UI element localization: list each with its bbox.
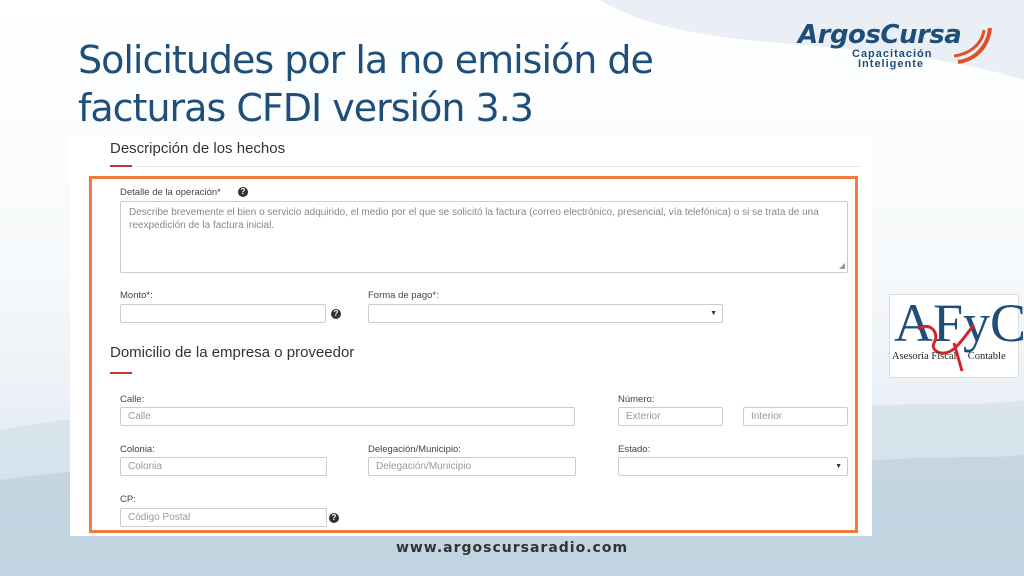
accent-bar — [110, 165, 132, 167]
calle-label: Calle: — [120, 394, 145, 405]
monto-help-icon[interactable]: ? — [331, 309, 341, 319]
detalle-placeholder: Describe brevemente el bien o servicio a… — [129, 207, 819, 231]
exterior-input[interactable]: Exterior — [618, 407, 723, 426]
colonia-label: Colonia: — [120, 444, 155, 455]
calle-input[interactable]: Calle — [120, 407, 575, 426]
afyc-caption: Asesoría Fiscal Contable — [892, 351, 1006, 362]
detalle-label: Detalle de la operación* — [120, 187, 221, 198]
section-title-domicilio: Domicilio de la empresa o proveedor — [110, 344, 355, 361]
forma-pago-label: Forma de pago*: — [368, 290, 439, 301]
colonia-input[interactable]: Colonia — [120, 457, 327, 476]
numero-label: Número: — [618, 394, 655, 405]
slide-title-line2: facturas CFDI versión 3.3 — [78, 86, 534, 130]
afyc-caption-right: Contable — [967, 351, 1006, 362]
argoscursa-swoosh-icon — [954, 27, 992, 64]
footer-url: www.argoscursaradio.com — [395, 540, 629, 556]
slide-title: Solicitudes por la no emisión de factura… — [78, 36, 718, 132]
chevron-down-icon: ▼ — [835, 463, 842, 470]
interior-input[interactable]: Interior — [743, 407, 848, 426]
afyc-caption-left: Asesoría Fiscal — [892, 351, 957, 362]
argoscursa-logo: ArgosCursa Capacitación Inteligente — [794, 20, 998, 72]
cp-input[interactable]: Código Postal — [120, 508, 327, 527]
cp-help-icon[interactable]: ? — [329, 513, 339, 523]
delegacion-label: Delegación/Municipio: — [368, 444, 461, 455]
resize-handle-icon[interactable]: ◢ — [839, 262, 845, 270]
section-title-hechos: Descripción de los hechos — [110, 140, 286, 157]
argoscursa-tagline-2: Inteligente — [858, 58, 925, 70]
argoscursa-brand: ArgosCursa — [798, 20, 962, 50]
chevron-down-icon: ▼ — [710, 310, 717, 317]
divider — [110, 166, 860, 167]
estado-label: Estado: — [618, 444, 651, 455]
monto-label: Monto*: — [120, 290, 153, 301]
help-icon[interactable]: ? — [238, 187, 248, 197]
slide-title-line1: Solicitudes por la no emisión de — [78, 38, 654, 82]
accent-bar-2 — [110, 372, 132, 374]
delegacion-input[interactable]: Delegación/Municipio — [368, 457, 576, 476]
afyc-logo: AFyC Asesoría Fiscal Contable — [889, 294, 1024, 378]
estado-select[interactable]: ▼ — [618, 457, 848, 476]
forma-pago-select[interactable]: ▼ — [368, 304, 723, 323]
monto-input[interactable] — [120, 304, 326, 323]
cp-label: CP: — [120, 494, 136, 505]
detalle-textarea[interactable]: Describe brevemente el bien o servicio a… — [120, 201, 848, 273]
form-screenshot: Descripción de los hechos Detalle de la … — [70, 136, 872, 536]
afyc-ribbon-icon — [917, 323, 976, 372]
